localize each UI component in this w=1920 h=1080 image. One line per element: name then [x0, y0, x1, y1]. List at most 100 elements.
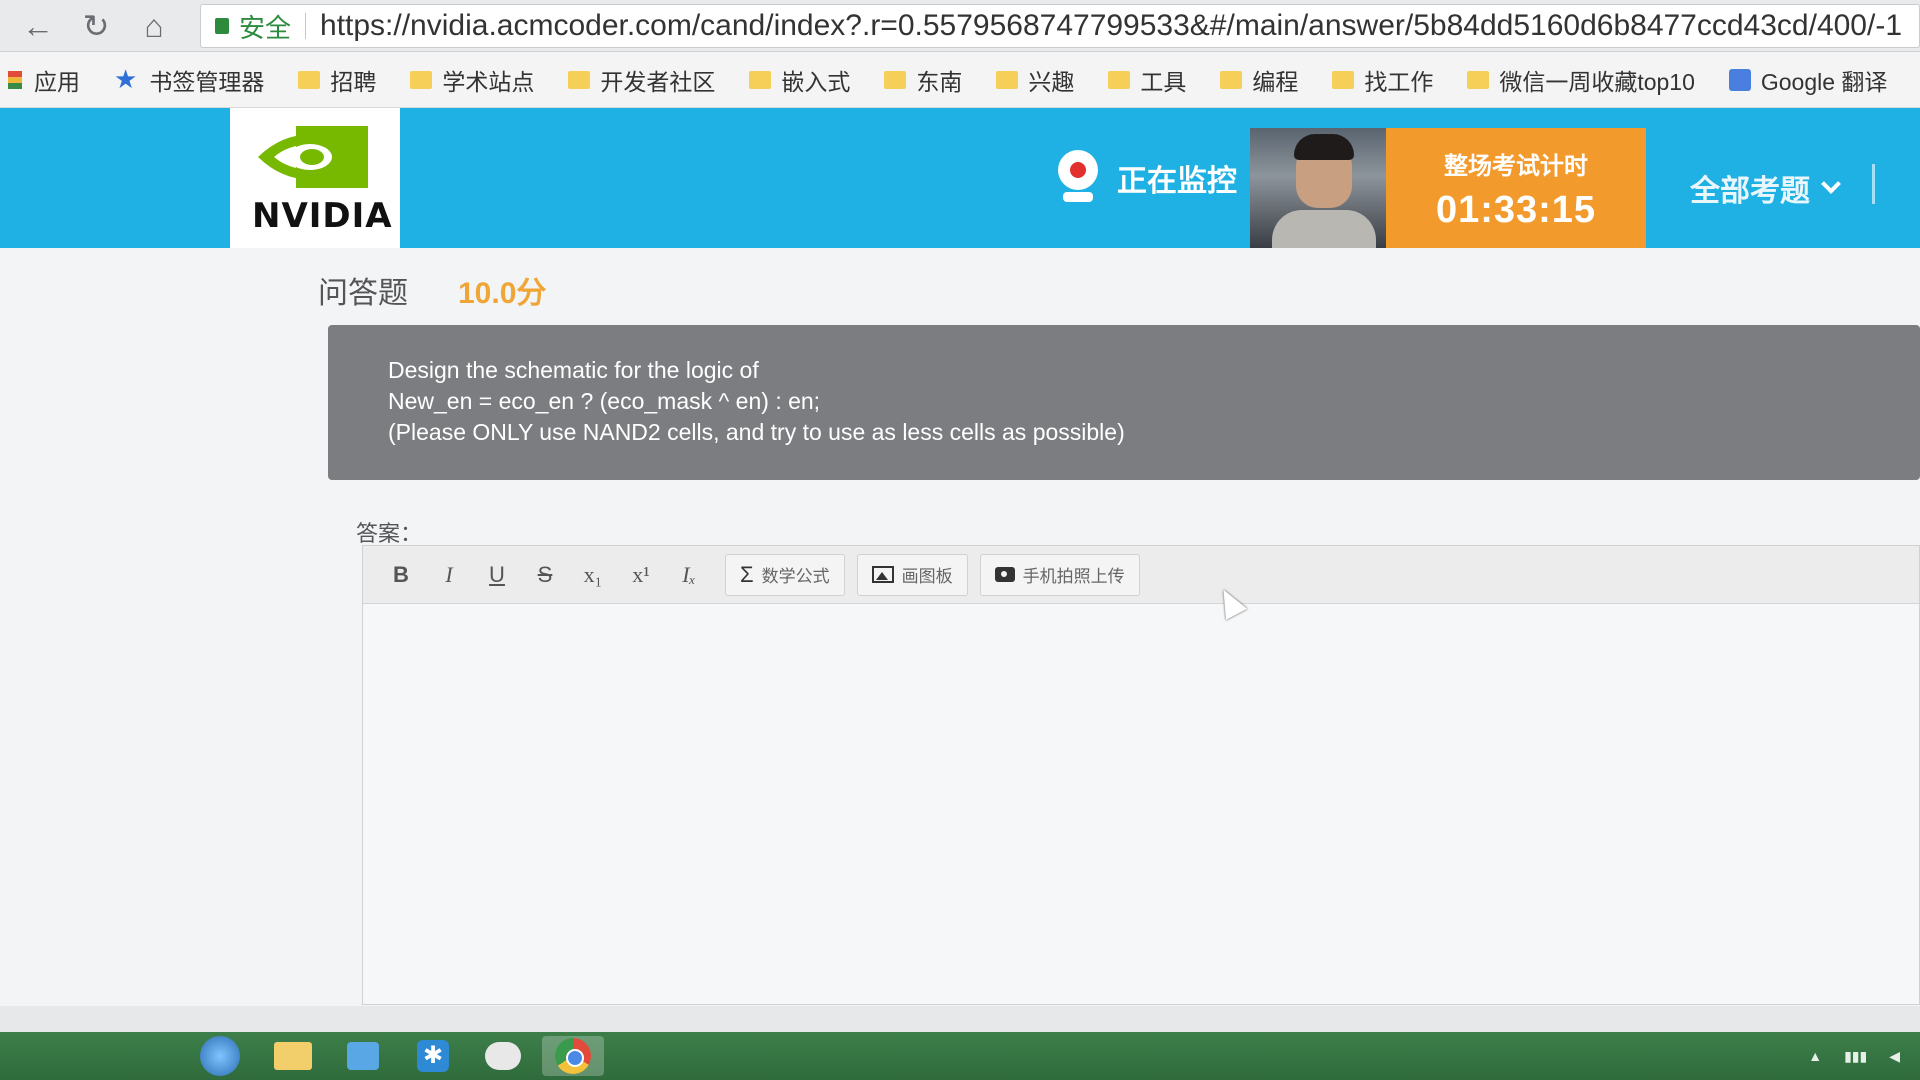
- secure-label: 安全: [239, 12, 292, 43]
- all-questions-dropdown[interactable]: 全部考题: [1690, 166, 1841, 210]
- answer-input-area[interactable]: [363, 604, 1919, 1004]
- sigma-icon: Σ: [740, 561, 754, 587]
- folder-icon: [1220, 70, 1243, 89]
- editor-toolbar: B I U S x₁ x¹ Iₓ Σ 数学公式 画图板 手机拍照上传: [363, 546, 1919, 604]
- taskbar-wechat[interactable]: [472, 1036, 534, 1076]
- wechat-icon: [485, 1042, 521, 1070]
- page-footer: [0, 1006, 1920, 1032]
- bookmark-apps[interactable]: 应用: [8, 63, 80, 97]
- translate-icon: [1728, 68, 1751, 91]
- question-line: New_en = eco_en ? (eco_mask ^ en) : en;: [388, 388, 821, 414]
- folder-icon: [996, 70, 1019, 89]
- underline-button[interactable]: U: [473, 555, 521, 595]
- bookmark-label: 兴趣: [1028, 68, 1075, 95]
- bookmark-label: 嵌入式: [781, 68, 851, 95]
- apps-icon: [8, 70, 22, 89]
- bookmark-folder[interactable]: 微信一周收藏top10: [1467, 63, 1695, 97]
- bookmark-label: 学术站点: [442, 68, 535, 95]
- site-header: NVIDIA 正在监控 整场考试计时 01:33:15 全部考题: [0, 108, 1920, 248]
- folder-icon: [298, 70, 321, 89]
- bookmark-folder[interactable]: 编程: [1220, 63, 1298, 97]
- back-icon[interactable]: ←: [18, 6, 58, 46]
- phone-photo-upload-button[interactable]: 手机拍照上传: [979, 553, 1140, 596]
- taskbar-explorer[interactable]: [262, 1036, 324, 1076]
- timer-value: 01:33:15: [1435, 189, 1597, 231]
- answer-editor: B I U S x₁ x¹ Iₓ Σ 数学公式 画图板 手机拍照上传: [362, 545, 1920, 1005]
- webcam-icon: [1055, 150, 1101, 206]
- question-type: 问答题: [318, 277, 408, 310]
- bookmark-label: 东南: [916, 68, 963, 95]
- superscript-button[interactable]: x¹: [617, 555, 665, 595]
- taskbar: ✱ ▲ ▮▮▮ ◀: [0, 1032, 1920, 1080]
- reload-icon[interactable]: ↻: [76, 6, 116, 46]
- drawing-board-label: 画图板: [901, 567, 953, 586]
- bookmark-folder[interactable]: 找工作: [1332, 63, 1433, 97]
- header-divider: [1872, 164, 1875, 204]
- chrome-icon: [555, 1038, 591, 1074]
- taskbar-app-star[interactable]: ✱: [402, 1036, 464, 1076]
- timer-label: 整场考试计时: [1444, 153, 1588, 180]
- strikethrough-button[interactable]: S: [521, 555, 569, 595]
- logo-text: NVIDIA: [252, 196, 393, 236]
- lock-icon: [215, 18, 229, 34]
- subscript-button[interactable]: x₁: [569, 555, 617, 595]
- nvidia-eye-icon: [258, 126, 368, 188]
- monitoring-label: 正在监控: [1117, 165, 1237, 198]
- bookmark-folder[interactable]: 工具: [1108, 63, 1186, 97]
- folder-icon: [410, 70, 433, 89]
- bookmark-label: 招聘: [330, 68, 377, 95]
- folder-icon: [1467, 70, 1490, 89]
- folder-icon: [884, 70, 907, 89]
- all-questions-label: 全部考题: [1690, 175, 1810, 208]
- home-icon[interactable]: ⌂: [134, 6, 174, 46]
- bookmark-folder[interactable]: 学术站点: [410, 63, 534, 97]
- start-button-icon[interactable]: [200, 1036, 240, 1076]
- monitoring-status: 正在监控: [1055, 150, 1237, 206]
- phone-photo-upload-label: 手机拍照上传: [1022, 567, 1125, 586]
- question-score: 10.0分: [458, 277, 547, 310]
- bookmark-label: 找工作: [1364, 68, 1434, 95]
- bookmark-folder[interactable]: 嵌入式: [749, 63, 850, 97]
- folder-icon: [274, 1042, 312, 1070]
- folder-icon: [749, 70, 772, 89]
- system-tray: ▲ ▮▮▮ ◀: [1808, 1048, 1900, 1065]
- bookmark-label: 微信一周收藏top10: [1499, 68, 1695, 95]
- folder-icon: [1332, 70, 1355, 89]
- taskbar-chrome[interactable]: [542, 1036, 604, 1076]
- nvidia-logo: NVIDIA: [230, 108, 400, 248]
- network-icon[interactable]: ▮▮▮: [1844, 1048, 1867, 1065]
- question-header: 问答题 10.0分: [318, 268, 546, 312]
- webcam-preview: [1250, 128, 1386, 248]
- question-line: (Please ONLY use NAND2 cells, and try to…: [388, 419, 1125, 445]
- browser-address-bar: ← ↻ ⌂ 安全 https://nvidia.acmcoder.com/can…: [0, 0, 1920, 52]
- bookmark-folder[interactable]: 开发者社区: [568, 63, 715, 97]
- folder-icon: [568, 70, 591, 89]
- camera-icon: [994, 567, 1015, 582]
- bookmark-label: Google 翻译: [1760, 68, 1888, 95]
- url-separator: [305, 13, 307, 39]
- exam-timer: 整场考试计时 01:33:15: [1386, 128, 1646, 248]
- math-formula-button[interactable]: Σ 数学公式: [725, 553, 845, 596]
- bookmark-folder[interactable]: 兴趣: [996, 63, 1074, 97]
- taskbar-editor[interactable]: [332, 1036, 394, 1076]
- drawing-board-button[interactable]: 画图板: [856, 553, 968, 596]
- bookmark-translate[interactable]: Google 翻译: [1728, 63, 1888, 97]
- clear-format-button[interactable]: Iₓ: [665, 555, 713, 595]
- url-input[interactable]: 安全 https://nvidia.acmcoder.com/cand/inde…: [200, 4, 1920, 48]
- star-icon: ★: [114, 64, 138, 94]
- url-text: https://nvidia.acmcoder.com/cand/index?.…: [320, 9, 1903, 42]
- bookmark-label: 书签管理器: [149, 68, 265, 95]
- bookmark-manager[interactable]: ★ 书签管理器: [114, 63, 264, 97]
- bookmark-label: 应用: [34, 68, 80, 95]
- italic-button[interactable]: I: [425, 555, 473, 595]
- answer-label: 答案：: [356, 521, 423, 546]
- bookmark-folder[interactable]: 招聘: [298, 63, 376, 97]
- bookmark-folder[interactable]: 东南: [884, 63, 962, 97]
- input-method-icon[interactable]: ▲: [1808, 1048, 1822, 1064]
- bookmark-label: 开发者社区: [600, 68, 716, 95]
- bookmark-label: 编程: [1252, 68, 1299, 95]
- question-text-box: Design the schematic for the logic of Ne…: [328, 325, 1920, 480]
- volume-icon[interactable]: ◀: [1889, 1048, 1900, 1065]
- bold-button[interactable]: B: [377, 555, 425, 595]
- image-icon: [871, 566, 894, 583]
